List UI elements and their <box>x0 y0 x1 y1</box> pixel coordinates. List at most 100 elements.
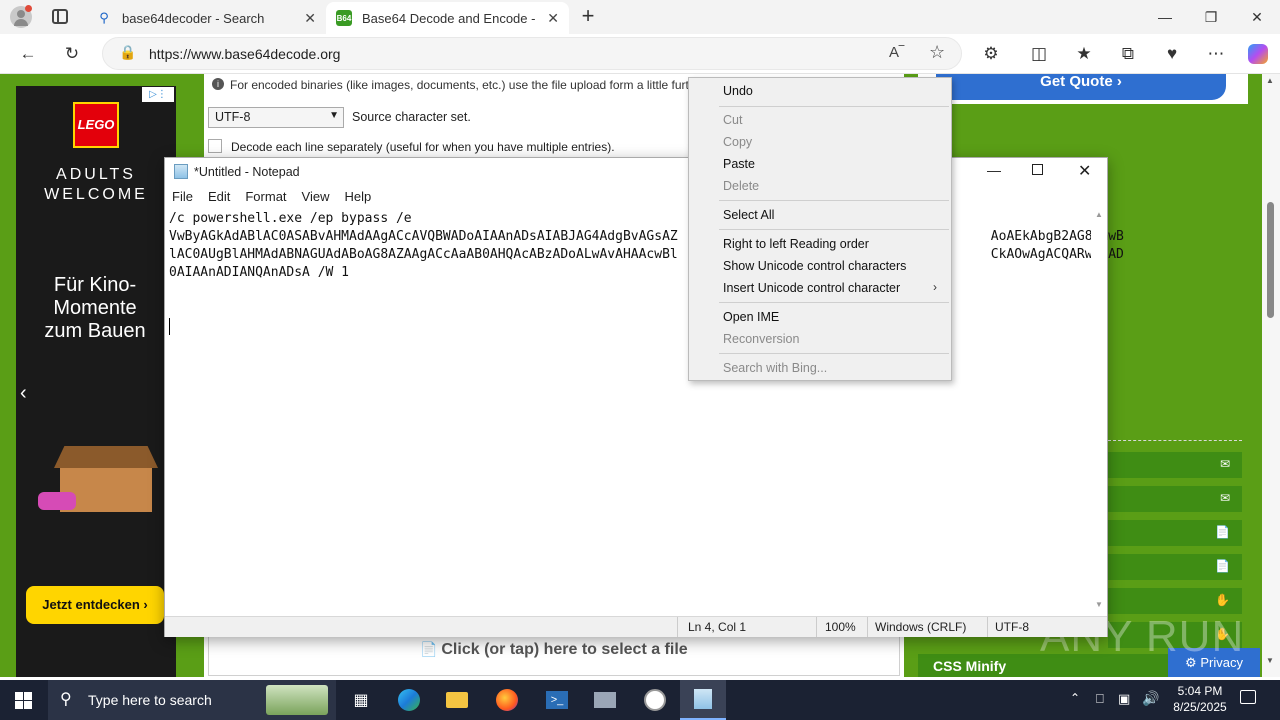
lego-logo: LEGO <box>73 102 119 148</box>
chevron-left-icon[interactable]: ‹ <box>20 382 27 405</box>
clock-date[interactable]: 8/25/2025 <box>1164 700 1236 714</box>
menu-item-insert-unicode[interactable]: Insert Unicode control character <box>723 281 900 295</box>
ad-headline: Für Kino- Momente zum Bauen <box>44 274 146 342</box>
network-icon[interactable]: ⎕ <box>1096 691 1104 707</box>
lego-ad[interactable]: ▷⋮ LEGO ADULTS WELCOME Für Kino- Momente… <box>16 86 176 677</box>
scroll-down-icon[interactable]: ▼ <box>1266 656 1274 665</box>
close-tab-icon[interactable]: ✕ <box>304 10 316 27</box>
menu-item-rtl[interactable]: Right to left Reading order <box>723 237 869 251</box>
windows-start-icon[interactable] <box>0 680 46 720</box>
copilot-icon[interactable] <box>1242 38 1274 70</box>
extensions-icon[interactable]: ⚙ <box>975 38 1007 70</box>
file-icon: 📄 <box>420 641 438 657</box>
notepad-title: *Untitled - Notepad <box>194 165 300 179</box>
address-bar[interactable]: 🔒 https://www.base64decode.org A‾ ☆ <box>102 37 962 70</box>
read-aloud-icon[interactable]: A‾ <box>889 44 904 61</box>
ad-choices-icon[interactable]: ▷⋮ <box>142 87 174 102</box>
menu-item-copy[interactable]: Copy <box>723 135 752 149</box>
new-tab-button[interactable]: + <box>576 4 600 28</box>
menu-item-reconversion[interactable]: Reconversion <box>723 332 799 346</box>
minimize-icon[interactable]: — <box>1142 0 1188 34</box>
tool-link-4[interactable]: 📄 <box>1108 554 1242 580</box>
tool-link-3[interactable]: 📄 <box>1108 520 1242 546</box>
menu-item-search-bing[interactable]: Search with Bing... <box>723 361 827 375</box>
task-view-icon[interactable]: ▦ <box>338 680 384 720</box>
refresh-icon[interactable]: ↻ <box>56 38 88 70</box>
decode-each-line-checkbox[interactable] <box>208 139 222 153</box>
ad-cta-button[interactable]: Jetzt entdecken › <box>26 586 164 624</box>
wifi-icon[interactable]: ▣ <box>1118 691 1130 707</box>
clock-app-icon[interactable] <box>632 680 678 720</box>
menu-edit[interactable]: Edit <box>201 186 238 204</box>
tool-link-1[interactable]: ✉ <box>1108 452 1242 478</box>
favorite-star-icon[interactable]: ☆ <box>929 42 945 63</box>
tab-search[interactable]: ⚲ base64decoder - Search ✕ <box>86 2 326 34</box>
collections-icon[interactable]: ⧉ <box>1112 38 1144 70</box>
favorites-icon[interactable]: ★ <box>1068 38 1100 70</box>
scroll-up-icon[interactable]: ▲ <box>1266 76 1274 85</box>
charset-select[interactable]: UTF-8 ▼ <box>208 107 344 128</box>
close-icon[interactable]: ✕ <box>1078 161 1091 181</box>
cursor-position: Ln 4, Col 1 <box>688 620 747 634</box>
notepad-scrollbar[interactable]: ▲ ▼ <box>1091 208 1107 614</box>
menu-help[interactable]: Help <box>337 186 379 204</box>
maximize-icon[interactable] <box>1032 164 1043 175</box>
tool-link-5[interactable]: ✋ <box>1108 588 1242 614</box>
tab-title: base64decoder - Search <box>122 10 265 26</box>
tab-base64[interactable]: B64 Base64 Decode and Encode - Onl ✕ <box>326 2 569 34</box>
menu-separator <box>719 200 949 201</box>
profile-avatar[interactable] <box>10 5 32 28</box>
taskbar-search-box[interactable]: ⚲ Type here to search <box>48 680 336 720</box>
upload-label: Click (or tap) here to select a file <box>441 641 688 658</box>
charset-value: UTF-8 <box>215 110 251 124</box>
chevron-up-icon[interactable]: ⌃ <box>1070 691 1080 705</box>
firefox-icon[interactable] <box>484 680 530 720</box>
close-window-icon[interactable]: ✕ <box>1234 0 1280 34</box>
menu-item-open-ime[interactable]: Open IME <box>723 310 779 324</box>
menu-view[interactable]: View <box>295 186 338 204</box>
clock-time[interactable]: 5:04 PM <box>1172 684 1228 698</box>
scrollbar-thumb[interactable] <box>1267 202 1274 318</box>
menu-separator <box>719 229 949 230</box>
split-screen-icon[interactable]: ◫ <box>1023 38 1055 70</box>
menu-item-undo[interactable]: Undo <box>723 84 753 98</box>
notepad-app-icon <box>174 164 188 179</box>
close-tab-icon[interactable]: ✕ <box>547 10 559 27</box>
dashed-divider <box>1108 440 1242 441</box>
envelope-icon: ✉ <box>1219 491 1230 505</box>
edge-icon[interactable] <box>386 680 432 720</box>
menu-file[interactable]: File <box>165 186 201 204</box>
browser-essentials-icon[interactable]: ♥ <box>1156 38 1188 70</box>
restore-icon[interactable]: ❐ <box>1188 0 1234 34</box>
scroll-up-icon[interactable]: ▲ <box>1095 210 1103 219</box>
notepad-taskbar-icon[interactable] <box>680 680 726 720</box>
powershell-icon[interactable]: >_ <box>534 680 580 720</box>
volume-icon[interactable]: 🔊 <box>1142 690 1159 707</box>
scroll-down-icon[interactable]: ▼ <box>1095 600 1103 609</box>
tool-link-2[interactable]: ✉ <box>1108 486 1242 512</box>
file-upload-area[interactable]: 📄 Click (or tap) here to select a file <box>208 636 900 676</box>
more-menu-icon[interactable]: ⋯ <box>1200 38 1232 70</box>
notepad-titlebar[interactable]: *Untitled - Notepad — ✕ <box>165 158 1107 186</box>
network-app-icon[interactable] <box>582 680 628 720</box>
page-scrollbar[interactable]: ▲ ▼ <box>1262 74 1280 677</box>
tab-actions-icon[interactable] <box>52 9 68 24</box>
lego-house-image <box>38 436 160 516</box>
back-icon[interactable]: ← <box>12 38 44 70</box>
menu-item-show-unicode[interactable]: Show Unicode control characters <box>723 259 906 273</box>
get-quote-button[interactable]: Get Quote › <box>936 74 1226 100</box>
minimize-icon[interactable]: — <box>987 162 1001 178</box>
menu-format[interactable]: Format <box>238 186 294 204</box>
file-explorer-icon[interactable] <box>434 680 480 720</box>
menu-item-cut[interactable]: Cut <box>723 113 742 127</box>
menu-item-select-all[interactable]: Select All <box>723 208 774 222</box>
info-icon: i <box>212 78 224 90</box>
notification-icon[interactable] <box>1240 690 1256 704</box>
search-icon: ⚲ <box>60 691 72 708</box>
status-divider <box>816 617 817 637</box>
lock-icon[interactable]: 🔒 <box>119 44 136 61</box>
binaries-note: For encoded binaries (like images, docum… <box>230 78 689 92</box>
menu-item-paste[interactable]: Paste <box>723 157 755 171</box>
menu-item-delete[interactable]: Delete <box>723 179 759 193</box>
zoom-level: 100% <box>825 620 856 634</box>
